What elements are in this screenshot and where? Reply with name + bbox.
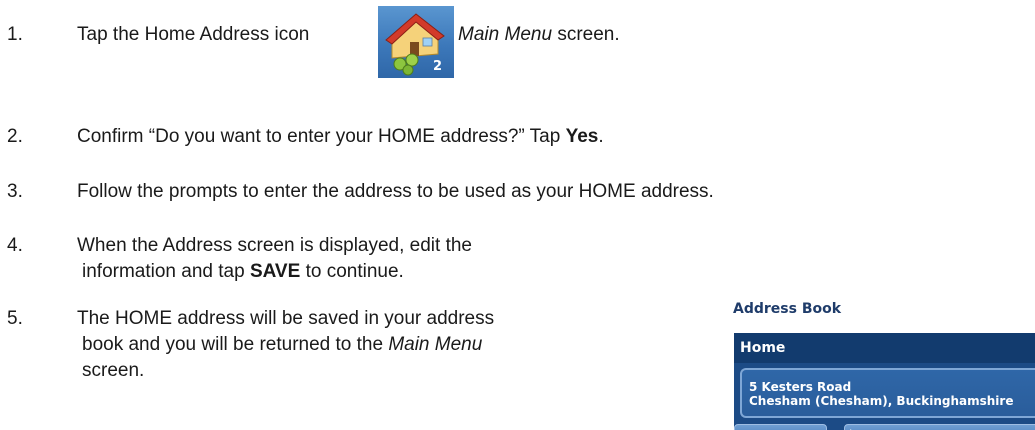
device-section-label: Home xyxy=(740,340,786,356)
step-4-line-1: When the Address screen is displayed, ed… xyxy=(77,235,473,256)
main-menu-emphasis: Main Menu xyxy=(388,334,483,355)
yes-emphasis: Yes xyxy=(565,126,599,147)
device-title: Address Book xyxy=(733,301,842,317)
step-1-text-end: screen. xyxy=(557,24,620,45)
save-emphasis: SAVE xyxy=(249,261,301,282)
step-text: Confirm “Do you want to enter your HOME … xyxy=(77,124,604,150)
step-3-text: Follow the prompts to enter the address … xyxy=(77,181,714,202)
device-field-h[interactable]: h: xyxy=(844,424,1035,430)
step-4-line-2-before: information and tap xyxy=(82,261,245,282)
step-1-text-before-icon: Tap the Home Address icon xyxy=(77,24,310,45)
step-number: 3. xyxy=(7,181,23,202)
step-5-line-2-before: book and you will be returned to the xyxy=(82,334,384,355)
step-number: 1. xyxy=(7,24,23,45)
step-number: 5. xyxy=(7,308,23,329)
step-text: When the Address screen is displayed, ed… xyxy=(77,233,472,285)
step-5-line-3: screen. xyxy=(82,360,145,381)
svg-text:2: 2 xyxy=(433,59,442,74)
step-4-line-2-after: to continue. xyxy=(305,261,404,282)
step-text: Follow the prompts to enter the address … xyxy=(77,179,714,205)
step-5-line-1: The HOME address will be saved in your a… xyxy=(77,308,495,329)
step-4-line-2: information and tap SAVE to continue. xyxy=(77,259,472,285)
step-2-text-end: . xyxy=(598,126,604,147)
step-2-text: Confirm “Do you want to enter your HOME … xyxy=(77,126,561,147)
device-screenshot: Address Book Home 5 Kesters Road Chesham… xyxy=(724,295,1035,430)
step-text: Tap the Home Address icon on the Main Me… xyxy=(77,22,620,48)
device-section-header: Home xyxy=(734,333,1035,363)
step-5-line-2: book and you will be returned to the Mai… xyxy=(77,332,494,358)
device-address-box[interactable]: 5 Kesters Road Chesham (Chesham), Buckin… xyxy=(740,368,1035,418)
device-field-w[interactable]: w: xyxy=(734,424,827,430)
step-number: 2. xyxy=(7,126,23,147)
home-address-icon-graphic: 2 xyxy=(385,13,445,76)
device-address-line-2: Chesham (Chesham), Buckinghamshire xyxy=(749,394,1014,408)
step-text: The HOME address will be saved in your a… xyxy=(77,306,494,384)
device-address-panel: 5 Kesters Road Chesham (Chesham), Buckin… xyxy=(734,363,1035,430)
home-address-icon: 2 xyxy=(378,6,454,78)
step-number: 4. xyxy=(7,235,23,256)
main-menu-emphasis: Main Menu xyxy=(458,24,553,45)
device-address-line-1: 5 Kesters Road xyxy=(749,380,852,394)
